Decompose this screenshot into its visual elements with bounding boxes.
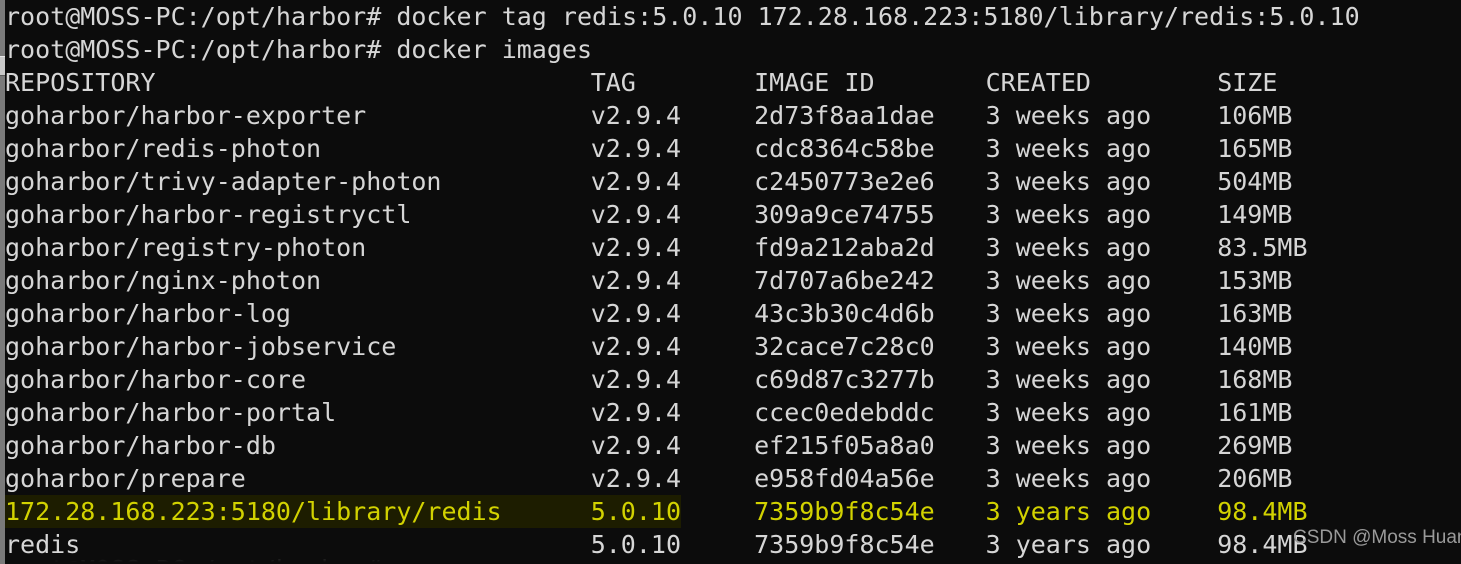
- cell-size: 168MB: [1217, 365, 1293, 394]
- cell-size: 161MB: [1217, 398, 1293, 427]
- cell-size: 153MB: [1217, 266, 1293, 295]
- terminal-window[interactable]: root@MOSS-PC:/opt/harbor# docker tag red…: [0, 0, 1461, 564]
- cell-tag: v2.9.4: [590, 332, 681, 361]
- cell-image-id: ccec0edebddc: [754, 398, 935, 427]
- cell-size: 140MB: [1217, 332, 1293, 361]
- cell-created: 3 weeks ago: [985, 299, 1152, 328]
- cell-created: 3 weeks ago: [985, 233, 1152, 262]
- cell-size: 149MB: [1217, 200, 1293, 229]
- cell-image-id: 309a9ce74755: [754, 200, 935, 229]
- cell-created: 3 weeks ago: [985, 200, 1152, 229]
- table-row[interactable]: goharbor/registry-photon v2.9.4 fd9a212aba…: [5, 231, 1461, 264]
- table-row[interactable]: goharbor/harbor-portal v2.9.4 ccec0edebddc…: [5, 396, 1461, 429]
- table-row[interactable]: goharbor/harbor-db v2.9.4 ef215f05a8a0 3 we…: [5, 429, 1461, 462]
- command-line: root@MOSS-PC:/opt/harbor# docker tag red…: [5, 0, 1461, 33]
- table-row[interactable]: goharbor/nginx-photon v2.9.4 7d707a6be242 3…: [5, 264, 1461, 297]
- table-row[interactable]: goharbor/trivy-adapter-photon v2.9.4 c2450…: [5, 165, 1461, 198]
- cell-image-id: 2d73f8aa1dae: [754, 101, 935, 130]
- cell-created: 3 weeks ago: [985, 266, 1152, 295]
- cell-tag: v2.9.4: [590, 200, 681, 229]
- cell-tag: 5.0.10: [590, 530, 681, 559]
- column-header-repository: REPOSITORY: [5, 68, 156, 97]
- cell-tag: v2.9.4: [590, 299, 681, 328]
- cell-created: 3 weeks ago: [985, 134, 1152, 163]
- cell-image-id: c69d87c3277b: [754, 365, 935, 394]
- cell-repository: goharbor/harbor-registryctl: [5, 200, 412, 229]
- column-header-image-id: IMAGE ID: [754, 68, 875, 97]
- cell-image-id: 7359b9f8c54e: [754, 530, 935, 559]
- cell-image-id: 7359b9f8c54e: [754, 497, 935, 526]
- cell-tag: v2.9.4: [590, 134, 681, 163]
- cell-image-id: fd9a212aba2d: [754, 233, 935, 262]
- cell-image-id: c2450773e2e6: [754, 167, 935, 196]
- terminal-screen[interactable]: root@MOSS-PC:/opt/harbor# docker tag red…: [5, 0, 1461, 564]
- cell-repository: goharbor/harbor-log: [5, 299, 291, 328]
- table-row[interactable]: goharbor/harbor-core v2.9.4 c69d87c3277b 3 …: [5, 363, 1461, 396]
- cell-repository: goharbor/harbor-exporter: [5, 101, 367, 130]
- cell-tag: 5.0.10: [590, 497, 681, 526]
- cell-tag: v2.9.4: [590, 365, 681, 394]
- cell-size: 206MB: [1217, 464, 1293, 493]
- cell-repository: 172.28.168.223:5180/library/redis: [5, 497, 502, 526]
- table-row[interactable]: 172.28.168.223:5180/library/redis 5.0.10 7…: [5, 495, 1461, 528]
- cell-tag: v2.9.4: [590, 101, 681, 130]
- cell-tag: v2.9.4: [590, 464, 681, 493]
- table-header-row: REPOSITORY TAG IMAGE ID CREATED SIZE: [5, 66, 1461, 99]
- column-header-created: CREATED: [985, 68, 1091, 97]
- cell-created: 3 weeks ago: [985, 398, 1152, 427]
- cell-image-id: ef215f05a8a0: [754, 431, 935, 460]
- cell-size: 83.5MB: [1217, 233, 1308, 262]
- cell-repository: goharbor/registry-photon: [5, 233, 367, 262]
- cell-repository: goharbor/trivy-adapter-photon: [5, 167, 442, 196]
- cell-image-id: 32cace7c28c0: [754, 332, 935, 361]
- cell-size: 163MB: [1217, 299, 1293, 328]
- table-row[interactable]: goharbor/redis-photon v2.9.4 cdc8364c58be 3…: [5, 132, 1461, 165]
- cell-tag: v2.9.4: [590, 266, 681, 295]
- cell-tag: v2.9.4: [590, 431, 681, 460]
- cell-size: 106MB: [1217, 101, 1293, 130]
- table-row[interactable]: goharbor/harbor-registryctl v2.9.4 309a9ce…: [5, 198, 1461, 231]
- cell-created: 3 weeks ago: [985, 431, 1152, 460]
- cell-repository: goharbor/harbor-db: [5, 431, 276, 460]
- cell-tag: v2.9.4: [590, 398, 681, 427]
- table-row[interactable]: goharbor/harbor-log v2.9.4 43c3b30c4d6b 3 w…: [5, 297, 1461, 330]
- cell-size: 165MB: [1217, 134, 1293, 163]
- partial-prompt-line: root@MOSS-PC:/opt/harbor#: [5, 553, 381, 564]
- column-header-tag: TAG: [590, 68, 636, 97]
- cell-size: 269MB: [1217, 431, 1293, 460]
- cell-size: 98.4MB: [1217, 530, 1308, 559]
- cell-size: 504MB: [1217, 167, 1293, 196]
- table-row[interactable]: goharbor/harbor-exporter v2.9.4 2d73f8aa1d…: [5, 99, 1461, 132]
- cell-created: 3 weeks ago: [985, 167, 1152, 196]
- table-body: goharbor/harbor-exporter v2.9.4 2d73f8aa1d…: [5, 99, 1461, 561]
- cell-image-id: cdc8364c58be: [754, 134, 935, 163]
- command-text: root@MOSS-PC:/opt/harbor# docker tag red…: [5, 2, 1360, 31]
- cell-created: 3 years ago: [985, 530, 1152, 559]
- table-row[interactable]: goharbor/prepare v2.9.4 e958fd04a56e 3 week…: [5, 462, 1461, 495]
- cell-tag: v2.9.4: [590, 233, 681, 262]
- cell-image-id: 43c3b30c4d6b: [754, 299, 935, 328]
- cell-repository: goharbor/harbor-jobservice: [5, 332, 397, 361]
- command-line: root@MOSS-PC:/opt/harbor# docker images: [5, 33, 1461, 66]
- cell-created: 3 weeks ago: [985, 365, 1152, 394]
- cell-repository: goharbor/redis-photon: [5, 134, 322, 163]
- cell-created: 3 years ago: [985, 497, 1152, 526]
- cell-created: 3 weeks ago: [985, 101, 1152, 130]
- cell-repository: goharbor/nginx-photon: [5, 266, 322, 295]
- cell-created: 3 weeks ago: [985, 464, 1152, 493]
- cell-created: 3 weeks ago: [985, 332, 1152, 361]
- cell-image-id: 7d707a6be242: [754, 266, 935, 295]
- cell-image-id: e958fd04a56e: [754, 464, 935, 493]
- cell-tag: v2.9.4: [590, 167, 681, 196]
- cell-repository: goharbor/harbor-portal: [5, 398, 337, 427]
- cell-repository: goharbor/prepare: [5, 464, 246, 493]
- cell-repository: goharbor/harbor-core: [5, 365, 307, 394]
- command-text: root@MOSS-PC:/opt/harbor# docker images: [5, 35, 592, 64]
- column-header-size: SIZE: [1217, 68, 1278, 97]
- cell-size: 98.4MB: [1217, 497, 1308, 526]
- table-row[interactable]: goharbor/harbor-jobservice v2.9.4 32cace7c…: [5, 330, 1461, 363]
